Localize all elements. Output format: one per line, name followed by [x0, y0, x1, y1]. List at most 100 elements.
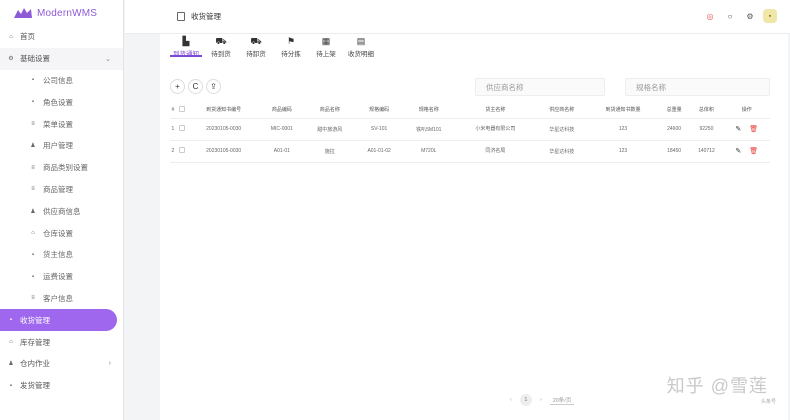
cell-qty: 123	[587, 118, 659, 141]
add-button[interactable]: +	[170, 79, 185, 94]
tab-label: 待到货	[211, 51, 231, 58]
tab[interactable]: ▤ 收货明细	[345, 34, 377, 67]
app-name: ModernWMS	[37, 7, 98, 19]
cell-name: 甜中旅游风	[304, 118, 356, 141]
cell-weight: 18450	[658, 140, 690, 163]
cell-name: 施拉	[304, 140, 356, 163]
supplier-icon: ♟	[30, 208, 36, 215]
current-page[interactable]: 1	[519, 394, 532, 406]
tab-bar: ▙ 到货通知 ⛟ 待到货 ⛟ 待卸货 ⚑ 待分拣 ▦ 待上架 ▤ 收货明细	[160, 34, 788, 67]
edit-icon[interactable]: ✎	[735, 126, 741, 133]
gear-icon: ⚙	[8, 56, 14, 63]
sidebar-item-label: 仓内作业	[20, 359, 50, 369]
row-checkbox[interactable]	[178, 147, 185, 153]
spec-search-input[interactable]: 规格名称	[625, 78, 770, 96]
delete-icon[interactable]: 🗑	[749, 126, 758, 133]
table-header-row: # 到货通知书编号 商品编码 商品名称 规格编码 规格名称 货主名称 供应商名称 到货通知书数量…	[170, 102, 770, 119]
column-header	[175, 102, 188, 119]
edit-icon[interactable]: ✎	[735, 148, 741, 155]
header-actions: ◎ ○ ⚙ ▪	[703, 9, 777, 23]
row-checkbox[interactable]	[178, 125, 185, 131]
sidebar-item[interactable]: ▪ 公司信息	[0, 70, 123, 92]
sidebar-item[interactable]: ▪ 收货管理	[0, 309, 117, 332]
sidebar: ModernWMS ⌂ 首页 ⚙ 基础设置 ⌄ ▪ 公司信息 ▪ 角色设置 ≡ 菜单设置 ♟ 用户管理 ≡…	[0, 0, 124, 420]
tab[interactable]: ⚑ 待分拣	[275, 34, 307, 67]
row-checkbox-cell	[175, 140, 188, 163]
cell-supplier: 华星达科技	[536, 118, 588, 141]
select-all-checkbox[interactable]	[178, 105, 185, 112]
sidebar-item-label: 运费设置	[43, 272, 73, 282]
row-actions: ✎ 🗑	[723, 140, 770, 163]
sidebar-item[interactable]: ⌂ 仓库设置	[0, 222, 123, 244]
help-icon[interactable]: ◎	[703, 9, 717, 23]
sidebar-item[interactable]: ♟ 供应商信息	[0, 200, 123, 222]
sidebar-item-label: 基础设置	[20, 54, 50, 64]
settings-icon[interactable]: ⚙	[743, 9, 757, 23]
table-row[interactable]: 2 20230105-0030 A01-01 施拉 A01-01-02 M720L 同济名局…	[170, 140, 770, 163]
building-icon: ▪	[31, 77, 35, 84]
tab[interactable]: ▦ 待上架	[310, 34, 342, 67]
sidebar-item[interactable]: ▪ 货主信息	[0, 244, 123, 266]
cell-qty: 123	[587, 140, 659, 163]
truck-icon: ⛟	[215, 36, 227, 46]
table-row[interactable]: 1 20230105-0030 MIC-0001 甜中旅游风 SV-101 铁叭5M101…	[170, 118, 770, 141]
ship-icon: ▪	[9, 382, 13, 389]
sidebar-item[interactable]: ▪ 发货管理	[0, 375, 123, 397]
pagination: ‹ 1 › 20条/页	[510, 394, 575, 406]
watermark-small: 头条号	[760, 399, 776, 405]
sidebar-item[interactable]: ▪ 角色设置	[0, 91, 123, 113]
stock-icon: ⌂	[9, 339, 13, 346]
column-header: 商品名称	[304, 102, 356, 119]
sidebar-item[interactable]: ⌂ 首页	[0, 26, 123, 48]
table-toolbar: + C ⇪	[170, 79, 221, 94]
tab-label: 待卸货	[246, 51, 266, 58]
cell-code: A01-01	[259, 140, 305, 163]
column-header: 货主名称	[454, 102, 537, 119]
row-actions: ✎ 🗑	[723, 118, 770, 141]
sidebar-item[interactable]: ⌂ 库存管理	[0, 331, 123, 353]
sidebar-item[interactable]: ≡ 客户信息	[0, 288, 123, 310]
sidebar-item[interactable]: ⚙ 基础设置 ⌄	[0, 47, 123, 70]
avatar[interactable]: ▪	[763, 9, 777, 23]
delete-icon[interactable]: 🗑	[749, 148, 758, 155]
sidebar-item[interactable]: ♟ 用户管理	[0, 135, 123, 157]
chevron-icon: ›	[108, 360, 111, 368]
column-header: 到货通知书编号	[187, 102, 260, 119]
sidebar-item-label: 客户信息	[43, 293, 73, 303]
cell-spec-name: M720L	[402, 140, 455, 163]
page-size-select[interactable]: 20条/页	[549, 396, 575, 405]
cell-volume: 92250	[689, 118, 724, 141]
refresh-button[interactable]: C	[188, 79, 203, 94]
sidebar-item[interactable]: ≡ 菜单设置	[0, 113, 123, 135]
supplier-search-input[interactable]: 供应商名称	[475, 78, 605, 96]
column-header: 规格编码	[355, 102, 403, 119]
column-header: 总体积	[689, 102, 724, 119]
notice-table: # 到货通知书编号 商品编码 商品名称 规格编码 规格名称 货主名称 供应商名称 到货通知书数量…	[170, 102, 770, 163]
sidebar-item[interactable]: ≡ 商品管理	[0, 179, 123, 201]
unload-icon: ⛟	[250, 36, 262, 46]
shelf-icon: ▦	[321, 36, 331, 46]
tab[interactable]: ⛟ 待卸货	[240, 34, 272, 67]
sidebar-item[interactable]: ≡ 商品类别设置	[0, 157, 123, 179]
tab[interactable]: ▙ 到货通知	[170, 34, 202, 58]
sidebar-item-label: 发货管理	[20, 381, 50, 391]
column-header: 总重量	[658, 102, 690, 119]
sidebar-item[interactable]: ▪ 运费设置	[0, 266, 123, 288]
user-icon: ♟	[30, 143, 36, 150]
export-button[interactable]: ⇪	[206, 79, 221, 94]
table-body: 1 20230105-0030 MIC-0001 甜中旅游风 SV-101 铁叭5M101…	[170, 118, 770, 163]
prev-page-button[interactable]: ‹	[510, 397, 512, 403]
column-header: 到货通知书数量	[587, 102, 659, 119]
tab[interactable]: ⛟ 待到货	[205, 34, 237, 67]
document-icon	[177, 12, 185, 21]
sidebar-item[interactable]: ♟ 仓内作业 ›	[0, 353, 123, 375]
next-page-button[interactable]: ›	[540, 397, 542, 403]
cell-owner: 小米电器有限公司	[454, 118, 537, 141]
cell-no: 20230105-0030	[187, 118, 260, 141]
app-logo[interactable]: ModernWMS	[0, 0, 123, 26]
cell-weight: 24600	[658, 118, 690, 141]
goods-icon: ≡	[31, 186, 35, 193]
github-icon[interactable]: ○	[723, 9, 737, 23]
category-icon: ≡	[31, 164, 35, 171]
top-header: 收货管理 ◎ ○ ⚙ ▪	[125, 0, 790, 34]
